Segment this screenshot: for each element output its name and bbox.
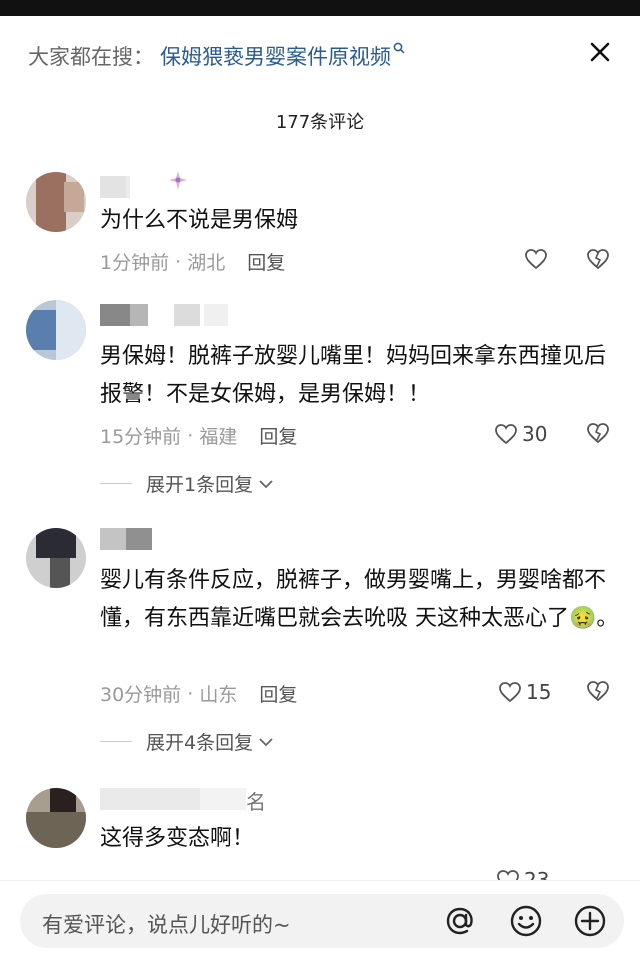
comment-item: 为什么不说是男保姆 1分钟前 · 湖北 回复 [0, 168, 640, 278]
like-count: 30 [522, 422, 548, 446]
comment-text: 男保姆！脱裤子放婴儿嘴里！妈妈回来拿东西撞见后报警！不是女保姆，是男保姆！！ [100, 344, 607, 407]
search-suggestion[interactable]: 大家都在搜： 保姆猥亵男婴案件原视频 [28, 38, 405, 74]
comment-input-bar: 有爱评论，说点儿好听的~ [0, 880, 640, 957]
avatar[interactable] [26, 172, 86, 232]
comment-text: 这得多变态啊！ [100, 826, 255, 851]
meta-separator: · [181, 424, 200, 447]
comment-location: 湖北 [187, 252, 226, 274]
like-button[interactable] [524, 248, 548, 270]
avatar[interactable] [26, 788, 86, 848]
search-icon [393, 42, 405, 58]
status-bar [0, 0, 640, 16]
expand-replies-label: 展开1条回复 [146, 474, 254, 496]
divider [100, 741, 132, 742]
emoji-icon[interactable] [508, 903, 544, 939]
reply-button[interactable]: 回复 [259, 680, 297, 707]
comment-time: 30分钟前 [100, 684, 182, 706]
comment-input[interactable]: 有爱评论，说点儿好听的~ [20, 894, 624, 948]
at-icon[interactable] [442, 903, 478, 939]
meta-separator: · [169, 250, 188, 273]
avatar[interactable] [26, 528, 86, 588]
comment-meta: 1分钟前 · 湖北 回复 [100, 248, 285, 275]
chevron-down-icon [259, 737, 273, 746]
search-suggestion-term[interactable]: 保姆猥亵男婴案件原视频 [160, 41, 391, 71]
comment-location: 福建 [199, 426, 238, 448]
avatar[interactable] [26, 300, 86, 360]
expand-replies-label: 展开4条回复 [146, 732, 254, 754]
comment-item: 男保姆！脱裤子放婴儿嘴里！妈妈回来拿东西撞见后报警！不是女保姆，是男保姆！！ 1… [0, 296, 640, 496]
comment-meta: 15分钟前 · 福建 回复 [100, 422, 297, 449]
comment-text: 婴儿有条件反应，脱裤子，做男婴嘴上，男婴啥都不懂，有东西靠近嘴巴就会去吮吸 天这… [100, 568, 619, 631]
divider [100, 483, 132, 484]
comment-time: 1分钟前 [100, 252, 170, 274]
comment-time: 15分钟前 [100, 426, 182, 448]
heart-icon [497, 870, 519, 880]
reply-button[interactable]: 回复 [259, 422, 297, 449]
like-button[interactable]: 15 [498, 680, 551, 704]
expand-replies-button[interactable]: 展开1条回复 [100, 470, 275, 497]
heart-icon [499, 682, 521, 703]
search-suggestion-prefix: 大家都在搜： [28, 45, 154, 69]
comment-location: 山东 [199, 684, 238, 706]
comment-count: 177条评论 [275, 112, 365, 133]
sparkle-badge-icon [168, 170, 188, 196]
comment-text: 为什么不说是男保姆 [100, 208, 299, 233]
like-count: 23 [524, 868, 550, 880]
comment-item: 名 这得多变态啊！ 23 [0, 780, 640, 880]
add-icon[interactable] [572, 903, 608, 939]
comment-item: 婴儿有条件反应，脱裤子，做男婴嘴上，男婴啥都不懂，有东西靠近嘴巴就会去吮吸 天这… [0, 524, 640, 764]
heart-icon [495, 424, 517, 445]
dislike-icon[interactable] [585, 422, 611, 448]
comment-meta: 30分钟前 · 山东 回复 [100, 680, 297, 707]
like-button[interactable]: 23 [496, 868, 549, 880]
dislike-icon[interactable] [585, 248, 611, 274]
like-button[interactable]: 30 [494, 422, 547, 446]
expand-replies-button[interactable]: 展开4条回复 [100, 728, 275, 755]
dislike-icon[interactable] [585, 680, 611, 706]
heart-icon [525, 249, 547, 270]
like-count: 15 [526, 680, 552, 704]
close-icon[interactable] [584, 36, 616, 68]
meta-separator: · [181, 682, 200, 705]
username-visible-part: 名 [246, 790, 266, 814]
reply-button[interactable]: 回复 [247, 248, 285, 275]
comment-input-placeholder: 有爱评论，说点儿好听的~ [42, 913, 291, 937]
chevron-down-icon [259, 479, 273, 488]
